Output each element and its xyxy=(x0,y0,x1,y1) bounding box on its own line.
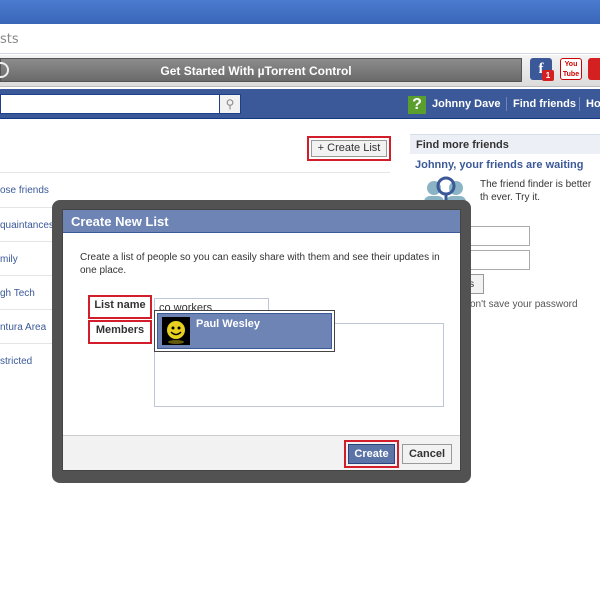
notification-badge: 1 xyxy=(542,70,554,81)
utorrent-label: Get Started With µTorrent Control xyxy=(160,64,352,78)
toolbar-extra-icon[interactable] xyxy=(588,58,600,80)
youtube-icon[interactable]: You Tube xyxy=(560,58,582,80)
header-divider xyxy=(579,97,580,111)
search-input[interactable] xyxy=(0,94,220,114)
suggestion-item[interactable]: Paul Wesley xyxy=(157,313,332,349)
header-divider xyxy=(506,97,507,111)
dialog-footer: Create Cancel xyxy=(63,435,460,470)
utorrent-toolbar-band[interactable]: Get Started With µTorrent Control xyxy=(0,58,522,82)
window-title-bar xyxy=(0,0,600,24)
home-link[interactable]: Ho xyxy=(586,98,600,110)
friend-finder-text: The friend finder is better th ever. Try… xyxy=(480,179,592,203)
search-icon[interactable]: ⚲ xyxy=(219,94,241,114)
facebook-header: ⚲ ? Johnny Dave Find friends Ho xyxy=(0,89,600,119)
suggestion-name: Paul Wesley xyxy=(196,318,260,330)
find-friends-link[interactable]: Find friends xyxy=(513,98,576,110)
friends-waiting-heading[interactable]: Johnny, your friends are waiting xyxy=(415,159,584,171)
highlight-box xyxy=(344,440,399,468)
member-suggestion-dropdown: Paul Wesley xyxy=(154,310,335,352)
smiley-avatar-icon xyxy=(162,317,190,345)
browser-toolbar: Get Started With µTorrent Control f 1 Yo… xyxy=(0,55,600,87)
dialog-title: Create New List xyxy=(63,210,460,233)
highlight-box xyxy=(88,295,152,319)
profile-link[interactable]: Johnny Dave xyxy=(432,98,500,110)
password-note: k won't save your password xyxy=(455,299,578,310)
highlight-box xyxy=(307,136,391,161)
address-text: sts xyxy=(0,32,19,47)
create-list-dialog: Create New List Create a list of people … xyxy=(62,209,461,471)
find-more-friends-title: Find more friends xyxy=(410,134,600,154)
address-bar[interactable]: sts xyxy=(0,24,600,54)
cancel-button[interactable]: Cancel xyxy=(402,444,452,464)
user-avatar-icon[interactable]: ? xyxy=(408,96,426,114)
dialog-description: Create a list of people so you can easil… xyxy=(80,252,440,276)
highlight-box xyxy=(88,320,152,344)
